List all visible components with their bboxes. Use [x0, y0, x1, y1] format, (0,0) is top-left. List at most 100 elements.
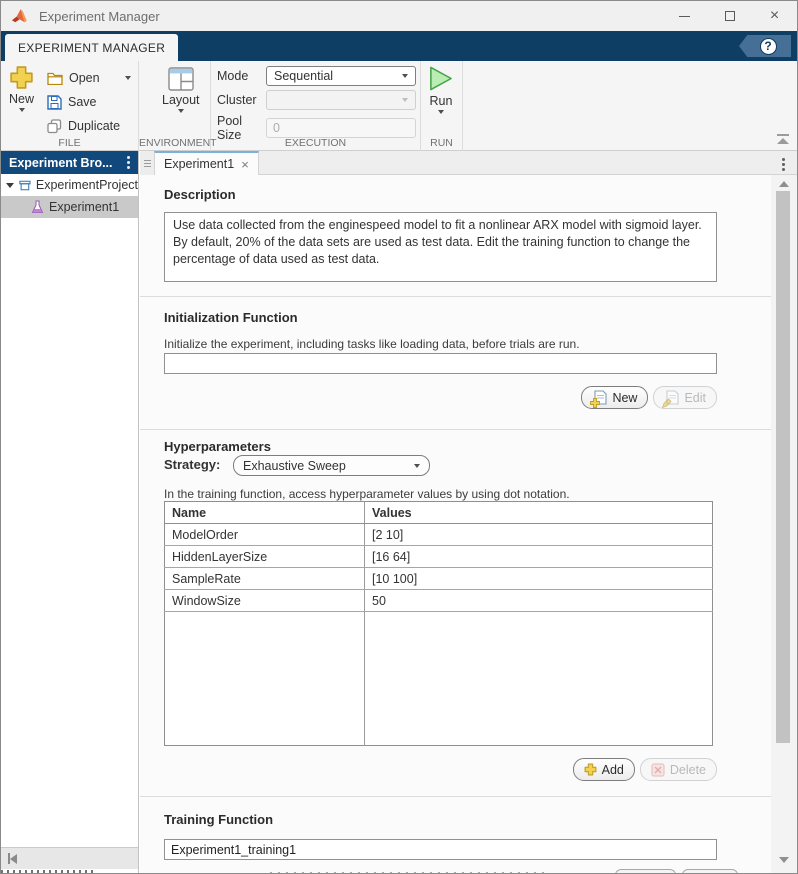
- hyperparameters-heading: Hyperparameters: [164, 439, 271, 454]
- group-environment: Layout ENVIRONMENT: [139, 61, 217, 151]
- hyperparameters-table[interactable]: Name Values ModelOrder [2 10] HiddenLaye…: [164, 501, 713, 746]
- table-row[interactable]: SampleRate [10 100]: [164, 567, 713, 590]
- table-row[interactable]: HiddenLayerSize [16 64]: [164, 545, 713, 568]
- new-dropdown-icon[interactable]: [18, 108, 25, 112]
- cluster-dropdown: [266, 90, 416, 110]
- training-function-input[interactable]: [164, 839, 717, 860]
- delete-label: Delete: [669, 762, 706, 777]
- run-dropdown-icon[interactable]: [438, 110, 444, 114]
- cell-name[interactable]: SampleRate: [164, 567, 365, 590]
- document-content: Description Use data collected from the …: [140, 175, 771, 873]
- folder-icon: [47, 72, 63, 85]
- clipped-button: [682, 869, 738, 873]
- delete-button: Delete: [639, 758, 717, 781]
- scroll-down-icon[interactable]: [779, 857, 789, 863]
- cell-value[interactable]: [2 10]: [364, 523, 713, 546]
- save-button[interactable]: Save: [47, 93, 97, 111]
- group-file: New Open Save Duplicate FILE: [1, 61, 139, 151]
- add-button[interactable]: Add: [572, 758, 635, 781]
- cluster-label: Cluster: [217, 93, 257, 107]
- close-icon: ×: [769, 7, 780, 24]
- collapse-panel-button[interactable]: [8, 853, 17, 864]
- open-label: Open: [69, 71, 100, 85]
- new-file-icon: [590, 389, 607, 408]
- group-execution: Mode Sequential Cluster Pool Size EXECUT…: [211, 61, 421, 151]
- clipped-content-fragment: [1, 870, 97, 873]
- duplicate-icon: [47, 118, 62, 133]
- new-button[interactable]: New: [9, 65, 34, 112]
- tab-experiment-manager[interactable]: EXPERIMENT MANAGER: [5, 34, 179, 61]
- minimize-icon: [679, 15, 690, 17]
- vertical-scrollbar[interactable]: [771, 175, 797, 873]
- cell-name[interactable]: HiddenLayerSize: [164, 545, 365, 568]
- collapse-bar: [777, 134, 789, 136]
- init-edit-label: Edit: [684, 390, 706, 405]
- table-row[interactable]: WindowSize 50: [164, 589, 713, 612]
- initialization-heading: Initialization Function: [164, 310, 298, 325]
- initialization-hint: Initialize the experiment, including tas…: [164, 337, 580, 351]
- edit-file-icon: [662, 389, 680, 408]
- mode-label: Mode: [217, 69, 249, 83]
- duplicate-button[interactable]: Duplicate: [47, 117, 120, 135]
- mode-dropdown-icon: [402, 74, 408, 78]
- tab-experiment1[interactable]: Experiment1 ×: [154, 151, 259, 175]
- minimize-button[interactable]: [662, 1, 707, 31]
- tab-strip-grip-icon[interactable]: [140, 151, 154, 175]
- strategy-dropdown[interactable]: Exhaustive Sweep: [233, 455, 430, 476]
- document-menu-icon[interactable]: [780, 156, 787, 173]
- window-title: Experiment Manager: [39, 8, 160, 24]
- expand-arrow-icon[interactable]: [6, 182, 14, 188]
- layout-dropdown-icon[interactable]: [177, 109, 184, 113]
- cell-value[interactable]: 50: [364, 589, 713, 612]
- delete-x-icon: [651, 762, 665, 777]
- initialization-function-input[interactable]: [164, 353, 717, 374]
- execution-section-label: EXECUTION: [284, 137, 347, 149]
- experiment-manager-window: Experiment Manager × EXPERIMENT MANAGER …: [0, 0, 798, 874]
- run-label: Run: [429, 94, 453, 108]
- run-button[interactable]: Run: [428, 65, 454, 114]
- init-new-button[interactable]: New: [581, 386, 649, 409]
- hyperparameters-hint: In the training function, access hyperpa…: [164, 487, 570, 501]
- add-plus-icon: [584, 763, 597, 776]
- table-row[interactable]: ModelOrder [2 10]: [164, 523, 713, 546]
- collapse-panel-arrow-icon: [10, 853, 17, 864]
- plus-icon: [10, 66, 33, 89]
- scrollbar-thumb[interactable]: [776, 191, 790, 743]
- scroll-up-icon[interactable]: [779, 181, 789, 187]
- browser-collapse-bar: [1, 847, 138, 869]
- tree-item-project[interactable]: ExperimentProject: [1, 174, 138, 196]
- strategy-dropdown-icon: [414, 463, 420, 468]
- description-textarea[interactable]: Use data collected from the enginespeed …: [164, 212, 717, 282]
- column-values[interactable]: Values: [364, 501, 713, 524]
- init-new-label: New: [612, 390, 638, 405]
- help-button[interactable]: ?: [739, 35, 791, 57]
- collapse-toolstrip-button[interactable]: [777, 134, 789, 144]
- layout-icon: [168, 67, 194, 91]
- save-icon: [47, 94, 62, 110]
- group-run: Run RUN: [421, 61, 463, 151]
- cell-name[interactable]: WindowSize: [164, 589, 365, 612]
- duplicate-label: Duplicate: [68, 119, 121, 133]
- column-name[interactable]: Name: [164, 501, 365, 524]
- description-heading: Description: [164, 187, 236, 202]
- cell-value[interactable]: [10 100]: [364, 567, 713, 590]
- save-label: Save: [68, 95, 97, 109]
- open-dropdown-icon[interactable]: [125, 76, 131, 80]
- close-button[interactable]: ×: [752, 1, 797, 31]
- maximize-button[interactable]: [707, 1, 752, 31]
- experiment-icon: [31, 200, 44, 213]
- experiment-browser-title: Experiment Bro...: [9, 155, 113, 170]
- mode-dropdown[interactable]: Sequential: [266, 66, 416, 86]
- open-button[interactable]: Open: [47, 69, 131, 87]
- experiment-browser-panel: Experiment Bro... ExperimentProject Expe…: [1, 151, 139, 873]
- layout-label: Layout: [162, 93, 200, 107]
- new-label: New: [9, 92, 35, 106]
- cell-name[interactable]: ModelOrder: [164, 523, 365, 546]
- browser-menu-icon[interactable]: [125, 154, 132, 171]
- tree-item-experiment1[interactable]: Experiment1: [1, 196, 138, 218]
- cell-value[interactable]: [16 64]: [364, 545, 713, 568]
- layout-button[interactable]: Layout: [162, 67, 200, 113]
- init-edit-button: Edit: [653, 386, 717, 409]
- tab-close-icon[interactable]: ×: [241, 157, 249, 172]
- help-icon: ?: [759, 37, 777, 55]
